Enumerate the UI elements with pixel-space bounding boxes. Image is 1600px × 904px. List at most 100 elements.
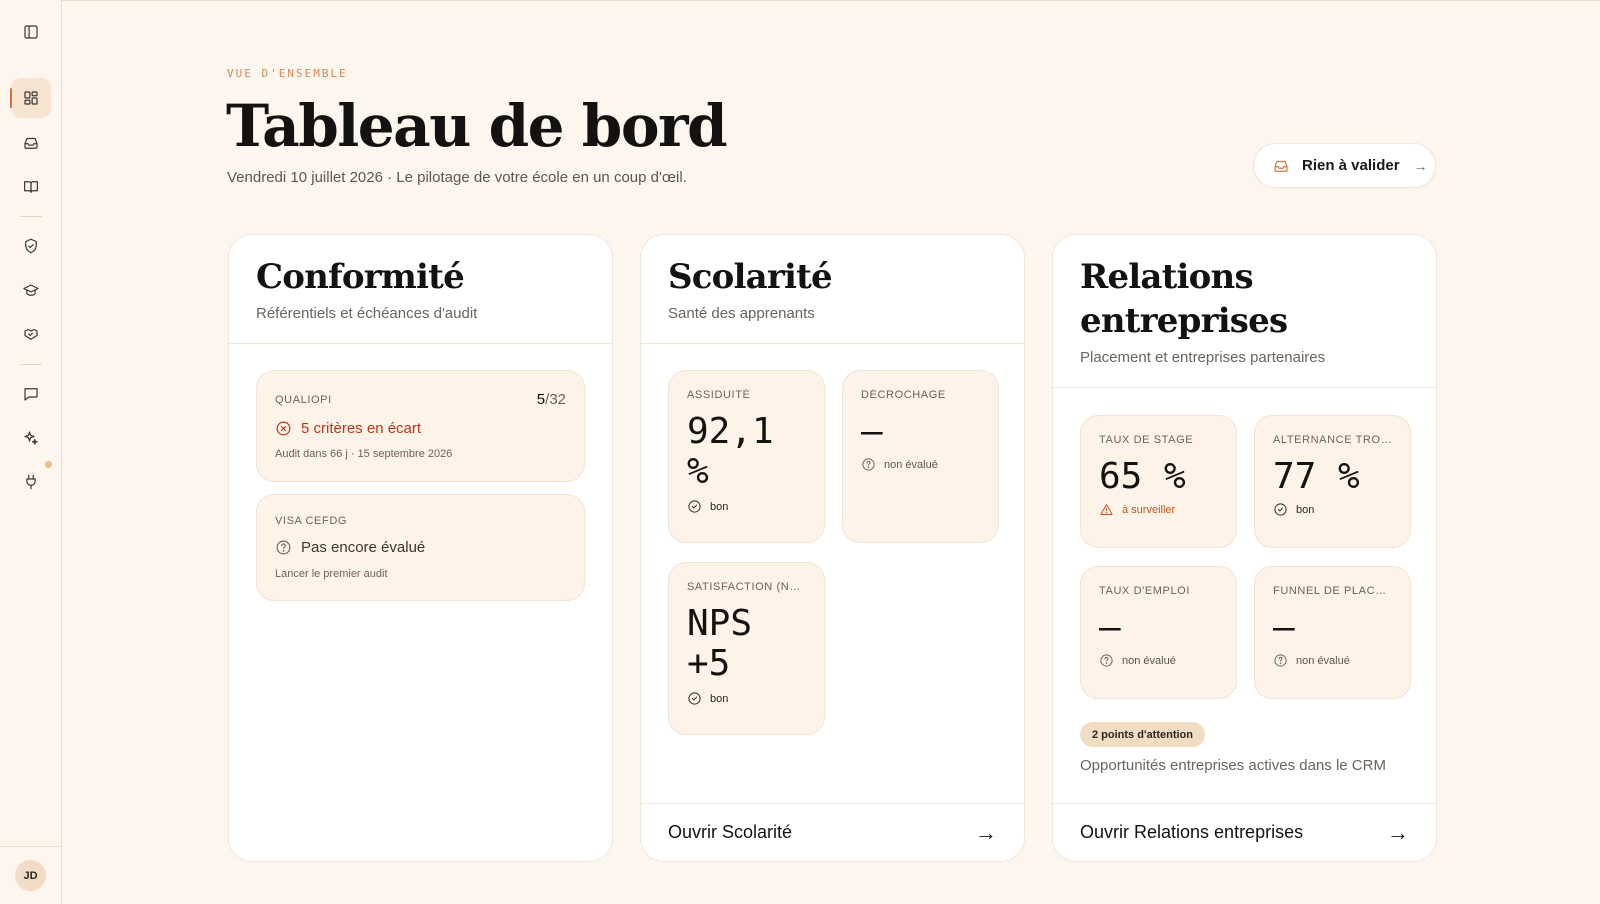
page-title: Tableau de bord bbox=[226, 92, 728, 160]
arrow-right-icon: → bbox=[1413, 157, 1428, 174]
card-conformite: Conformité Référentiels et échéances d'a… bbox=[228, 234, 613, 862]
metric-label: SATISFACTION (NPS) bbox=[687, 581, 806, 593]
metric-value: NPS +5 bbox=[687, 603, 753, 684]
dashboard-grid-icon bbox=[24, 91, 38, 105]
arrow-right-icon: → bbox=[1387, 819, 1409, 845]
x-circle-icon bbox=[276, 421, 291, 436]
sidebar-item-compliance[interactable] bbox=[11, 226, 51, 266]
visa-block[interactable]: VISA CEFDG Pas encore évalué Lancer le p… bbox=[256, 494, 585, 601]
metric-funnel[interactable]: FUNNEL DE PLACE… — non évalué bbox=[1254, 566, 1411, 699]
book-icon bbox=[24, 181, 38, 193]
sidebar-item-assistant[interactable] bbox=[11, 418, 51, 458]
graduation-cap-icon bbox=[23, 284, 39, 296]
sidebar-item-integrations[interactable] bbox=[11, 462, 51, 502]
inbox-icon bbox=[24, 137, 38, 149]
metric-status: bon bbox=[687, 499, 806, 514]
open-relations-link[interactable]: Ouvrir Relations entreprises → bbox=[1053, 803, 1436, 861]
metric-status: non évalué bbox=[1273, 653, 1392, 668]
metric-value: — bbox=[1273, 607, 1295, 648]
metric-value: 77 % bbox=[1273, 456, 1360, 497]
sidebar-item-scolarite[interactable] bbox=[11, 270, 51, 310]
question-circle-icon bbox=[1100, 654, 1113, 667]
page-subtitle: Vendredi 10 juillet 2026 · Le pilotage d… bbox=[227, 169, 687, 186]
metric-label: TAUX D'EMPLOI bbox=[1099, 585, 1190, 597]
question-circle-icon bbox=[276, 540, 291, 555]
metric-label: ALTERNANCE TROU… bbox=[1273, 434, 1392, 446]
metric-status: bon bbox=[687, 691, 806, 706]
card-subtitle: Placement et entreprises partenaires bbox=[1080, 349, 1326, 366]
attention-badge[interactable]: 2 points d'attention bbox=[1080, 722, 1205, 747]
visa-label: VISA CEFDG bbox=[275, 515, 348, 527]
metric-status: bon bbox=[1273, 502, 1392, 517]
card-header: Conformité Référentiels et échéances d'a… bbox=[229, 235, 612, 344]
question-circle-icon bbox=[862, 458, 875, 471]
metric-value: — bbox=[861, 411, 883, 452]
sidebar-item-dashboard[interactable] bbox=[10, 78, 51, 118]
card-subtitle: Santé des apprenants bbox=[668, 305, 815, 322]
sidebar-divider bbox=[0, 846, 62, 847]
validate-button[interactable]: Rien à valider → bbox=[1253, 143, 1436, 188]
qualiopi-label: QUALIOPI bbox=[275, 393, 332, 406]
metric-taux-stage[interactable]: TAUX DE STAGE 65 % à surveiller bbox=[1080, 415, 1237, 548]
notification-dot bbox=[45, 461, 52, 468]
metric-label: ASSIDUITÉ bbox=[687, 389, 751, 401]
card-subtitle: Référentiels et échéances d'audit bbox=[256, 305, 478, 322]
check-circle-icon bbox=[1274, 503, 1287, 516]
metric-value: 92,1% bbox=[687, 411, 774, 492]
sidebar-item-inbox[interactable] bbox=[11, 123, 51, 163]
handshake-icon bbox=[24, 328, 38, 340]
check-circle-icon bbox=[688, 692, 701, 705]
qualiopi-block[interactable]: QUALIOPI 5/32 5 critères en écart Audit … bbox=[256, 370, 585, 482]
qualiopi-status: 5 critères en écart bbox=[301, 420, 422, 437]
plug-icon bbox=[26, 474, 36, 490]
arrow-right-icon: → bbox=[975, 819, 997, 845]
card-header: Scolarité Santé des apprenants bbox=[641, 235, 1024, 344]
card-relations: Relations entreprises Placement et entrep… bbox=[1052, 234, 1437, 862]
metric-status: non évalué bbox=[861, 457, 980, 472]
footer-link-label: Ouvrir Scolarité bbox=[668, 822, 793, 842]
qualiopi-detail: Audit dans 66 j · 15 septembre 2026 bbox=[275, 448, 453, 460]
page-eyebrow: VUE D'ENSEMBLE bbox=[227, 67, 348, 80]
sidebar-divider bbox=[20, 364, 42, 365]
metric-label: FUNNEL DE PLACE… bbox=[1273, 585, 1392, 597]
open-scolarite-link[interactable]: Ouvrir Scolarité → bbox=[641, 803, 1024, 861]
warning-triangle-icon bbox=[1100, 504, 1113, 515]
footer-link-label: Ouvrir Relations entreprises bbox=[1080, 822, 1304, 842]
sparkles-icon bbox=[24, 431, 38, 445]
top-border bbox=[0, 0, 1600, 1]
visa-detail[interactable]: Lancer le premier audit bbox=[275, 568, 566, 580]
metric-taux-emploi[interactable]: TAUX D'EMPLOI — non évalué bbox=[1080, 566, 1237, 699]
shield-check-icon bbox=[25, 238, 37, 254]
sidebar-panel-icon bbox=[24, 25, 38, 39]
card-header: Relations entreprises Placement et entrep… bbox=[1053, 235, 1436, 388]
sidebar-item-library[interactable] bbox=[11, 167, 51, 207]
metric-value: 65 % bbox=[1099, 456, 1186, 497]
metric-assiduite[interactable]: ASSIDUITÉ 92,1% bon bbox=[668, 370, 825, 543]
sidebar-item-relations[interactable] bbox=[11, 314, 51, 354]
card-scolarite: Scolarité Santé des apprenants ASSIDUITÉ… bbox=[640, 234, 1025, 862]
crm-text: Opportunités entreprises actives dans le… bbox=[1080, 757, 1386, 774]
metric-alternance[interactable]: ALTERNANCE TROU… 77 % bon bbox=[1254, 415, 1411, 548]
metric-value: — bbox=[1099, 607, 1121, 648]
toggle-sidebar-button[interactable] bbox=[11, 12, 51, 52]
avatar[interactable]: JD bbox=[15, 860, 46, 891]
card-title: Relations entreprises bbox=[1080, 257, 1288, 341]
inbox-icon bbox=[1272, 157, 1290, 175]
metric-status: non évalué bbox=[1099, 653, 1218, 668]
sidebar-item-messages[interactable] bbox=[11, 374, 51, 414]
metric-label: TAUX DE STAGE bbox=[1099, 434, 1194, 446]
question-circle-icon bbox=[1274, 654, 1287, 667]
sidebar-divider bbox=[20, 216, 42, 217]
validate-button-label: Rien à valider bbox=[1302, 157, 1400, 174]
sidebar: JD bbox=[0, 0, 62, 904]
qualiopi-score: 5/32 bbox=[536, 391, 566, 408]
chat-bubble-icon bbox=[24, 388, 38, 401]
visa-status: Pas encore évalué bbox=[301, 539, 426, 556]
card-title: Conformité bbox=[256, 257, 465, 297]
card-title: Scolarité bbox=[668, 257, 833, 297]
metric-satisfaction[interactable]: SATISFACTION (NPS) NPS +5 bon bbox=[668, 562, 825, 735]
metric-decrochage[interactable]: DÉCROCHAGE — non évalué bbox=[842, 370, 999, 543]
metric-label: DÉCROCHAGE bbox=[861, 389, 946, 401]
check-circle-icon bbox=[688, 500, 701, 513]
metric-status: à surveiller bbox=[1099, 502, 1218, 517]
